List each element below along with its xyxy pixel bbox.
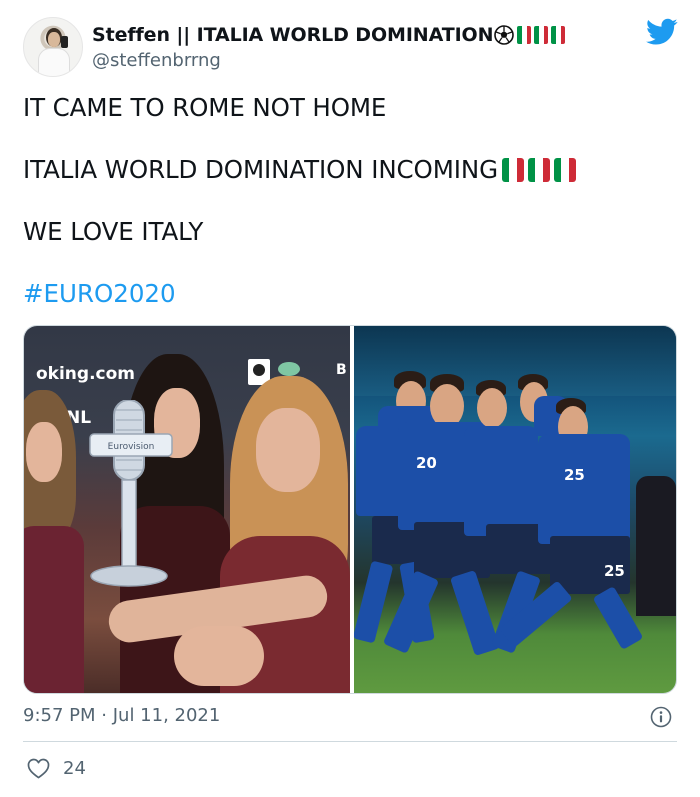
italy-flag-icon xyxy=(554,157,577,182)
media-image-italy-team[interactable]: 20 25 25 xyxy=(354,326,676,693)
footer-divider xyxy=(23,741,677,742)
shirt-number: 20 xyxy=(416,454,437,472)
italy-flag-icon xyxy=(517,26,532,44)
person-face xyxy=(26,422,62,482)
heart-icon[interactable] xyxy=(27,758,50,779)
tweet-text-line: WE LOVE ITALY xyxy=(23,217,203,246)
shirt-number: 25 xyxy=(604,562,625,580)
media-image-eurovision[interactable]: oking.com NL B Eurovision xyxy=(24,326,350,693)
italy-flag-icon xyxy=(502,157,525,182)
backdrop-sponsor-text: oking.com xyxy=(36,364,136,384)
author-name-row[interactable]: Steffen || ITALIA WORLD DOMINATION xyxy=(92,22,566,48)
tweet-text-line: IT CAME TO ROME NOT HOME xyxy=(23,93,386,122)
avatar-torso xyxy=(38,48,70,76)
avatar-face xyxy=(48,32,60,47)
tweet-line-2: ITALIA WORLD DOMINATION INCOMING xyxy=(23,155,499,184)
person-face xyxy=(256,408,320,492)
twitter-bird-icon[interactable] xyxy=(646,18,678,46)
person-hand xyxy=(174,626,264,686)
tweet-time: 9:57 PM xyxy=(23,705,96,726)
timestamp-separator: · xyxy=(101,705,107,726)
sponsor-logo xyxy=(278,362,300,376)
media-grid: oking.com NL B Eurovision 20 25 25 xyxy=(23,325,677,694)
soccer-ball-icon xyxy=(494,25,515,45)
tweet-card: Steffen || ITALIA WORLD DOMINATION @stef… xyxy=(0,0,700,797)
italy-flag-icon xyxy=(528,157,551,182)
avatar-phone xyxy=(61,36,68,48)
tweet-line-3: WE LOVE ITALY xyxy=(23,217,204,246)
hashtag-link[interactable]: #EURO2020 xyxy=(23,279,176,308)
italy-flag-icon xyxy=(534,26,549,44)
like-count: 24 xyxy=(63,758,86,779)
person-outfit xyxy=(24,526,84,693)
staff-member xyxy=(636,476,676,616)
tweet-text-line: ITALIA WORLD DOMINATION INCOMING xyxy=(23,155,577,184)
tweet-timestamp[interactable]: 9:57 PM · Jul 11, 2021 xyxy=(23,705,220,726)
author-display-name[interactable]: Steffen || ITALIA WORLD DOMINATION xyxy=(92,24,494,46)
trophy-label: Eurovision xyxy=(108,442,155,452)
italy-flag-icon xyxy=(551,26,566,44)
backdrop-letter-text: B xyxy=(336,362,347,378)
info-icon[interactable] xyxy=(650,706,672,728)
tweet-date: Jul 11, 2021 xyxy=(112,705,221,726)
microphone-trophy-icon: Eurovision xyxy=(89,400,173,587)
shirt-number: 25 xyxy=(564,466,585,484)
author-handle[interactable]: @steffenbrrng xyxy=(92,50,221,71)
tweet-line-1: IT CAME TO ROME NOT HOME xyxy=(23,93,387,122)
author-avatar[interactable] xyxy=(23,17,83,77)
